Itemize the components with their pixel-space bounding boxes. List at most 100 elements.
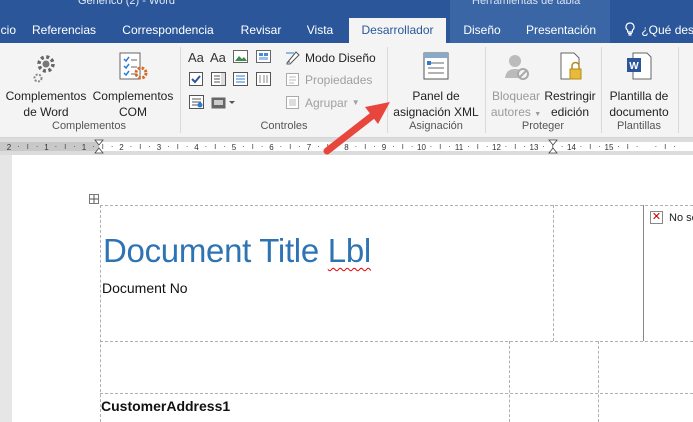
table-gridline	[100, 393, 693, 394]
horizontal-ruler[interactable]: 2 1 1 2 3 4 5 6 7 8 9 10 11 12 13 14 15	[0, 138, 693, 155]
xml-mapping-pane-icon	[423, 52, 449, 80]
picture-control-icon[interactable]	[233, 50, 248, 63]
ruler-number: 3	[157, 143, 162, 152]
tab-correspondencia[interactable]: Correspondencia	[114, 18, 222, 43]
lightbulb-icon	[625, 22, 635, 36]
com-addins-label-1: Complementos	[92, 89, 174, 103]
missing-image-placeholder: ✕ No se	[650, 211, 693, 224]
plain-text-control-icon[interactable]: Aa	[210, 50, 226, 65]
properties-icon	[286, 73, 299, 86]
ruler-marks: 2 1 1 2 3 4 5 6 7 8 9 10 11 12 13 14 15	[0, 139, 676, 154]
checkbox-control-icon[interactable]	[189, 72, 203, 86]
word-addins-label-2: de Word	[23, 105, 69, 119]
table-gridline	[100, 205, 101, 422]
ruler-number: 1	[44, 143, 49, 152]
no-selection-text: No se	[669, 211, 693, 224]
properties-label: Propiedades	[305, 72, 373, 87]
document-title-lbl: Lbl	[327, 232, 371, 269]
ruler-number: 5	[232, 143, 237, 152]
com-addins-button[interactable]: Complementos COM	[90, 50, 176, 120]
ruler-number: 1	[82, 143, 87, 152]
word-window: Genérico (2) - Word Herramientas de tabl…	[0, 0, 693, 422]
svg-text:W: W	[629, 61, 639, 72]
ruler-number: 15	[605, 143, 614, 152]
ruler-number: 14	[567, 143, 576, 152]
table-gridline	[553, 205, 554, 341]
legacy-tools-icon[interactable]	[211, 95, 235, 109]
restrict-editing-label-2: edición	[550, 105, 590, 119]
document-no[interactable]: Document No	[102, 280, 188, 296]
document-template-button[interactable]: W Plantilla de documento	[604, 50, 674, 120]
block-authors-icon	[505, 55, 529, 80]
repeating-section-control-icon[interactable]	[189, 95, 204, 109]
group-label: Agrupar	[305, 95, 348, 110]
xml-mapping-pane-button[interactable]: Panel de asignación XML	[390, 50, 482, 120]
ruler-number: 10	[417, 143, 426, 152]
document-title-text: Document Title	[103, 232, 319, 269]
ruler-number: 13	[530, 143, 539, 152]
table-gridline	[100, 341, 693, 342]
group-label-controles: Controles	[260, 120, 308, 132]
block-authors-label-1: Bloquear	[491, 89, 541, 103]
ruler-number: 12	[492, 143, 501, 152]
com-addins-label-2: COM	[119, 105, 147, 119]
tab-vista[interactable]: Vista	[296, 18, 344, 43]
xml-mapping-label-1: Panel de	[412, 89, 460, 103]
tab-desarrollador[interactable]: Desarrollador	[349, 18, 446, 43]
word-addins-label-1: Complementos	[5, 89, 87, 103]
design-mode-icon	[286, 51, 300, 65]
dropdown-list-control-icon[interactable]	[233, 72, 248, 86]
group-label-asignacion: Asignación	[409, 120, 463, 132]
customer-address-1[interactable]: CustomerAddress1	[101, 398, 230, 414]
chevron-down-icon: ▼	[351, 98, 360, 107]
group-icon	[286, 96, 299, 109]
lock-document-icon	[560, 52, 582, 80]
table-gridline	[509, 341, 510, 422]
ruler-number: 9	[382, 143, 387, 152]
document-template-label-2: documento	[609, 105, 669, 119]
context-title: Herramientas de tabla	[472, 0, 581, 7]
move-icon	[90, 195, 98, 203]
com-addins-icon	[119, 52, 148, 80]
tell-me-box[interactable]: ¿Qué dese	[624, 18, 693, 43]
ruler-number: 2	[119, 143, 124, 152]
ruler-number: 4	[194, 143, 199, 152]
gear-icon	[33, 55, 55, 83]
properties-button[interactable]: Propiedades	[285, 72, 372, 87]
group-button[interactable]: Agrupar ▼	[285, 95, 360, 110]
table-gridline	[598, 341, 599, 422]
date-picker-control-icon[interactable]	[256, 72, 271, 86]
tab-inicio[interactable]: Inicio	[0, 18, 18, 43]
table-move-handle[interactable]	[89, 194, 99, 204]
group-separator	[678, 47, 679, 133]
combo-box-control-icon[interactable]	[211, 72, 226, 86]
table-gridline	[643, 205, 644, 341]
ruler-number: 7	[307, 143, 312, 152]
window-title: Genérico (2) - Word	[78, 0, 175, 7]
word-addins-button[interactable]: Complementos de Word	[2, 50, 90, 120]
table-gridline	[100, 205, 693, 206]
group-separator	[180, 47, 181, 133]
restrict-editing-button[interactable]: Restringir edición	[542, 50, 598, 120]
document-title[interactable]: Document Title Lbl	[103, 232, 371, 270]
tab-diseno[interactable]: Diseño	[454, 18, 510, 43]
block-authors-button[interactable]: Bloquear autores ▼	[488, 50, 544, 123]
tell-me-label: ¿Qué dese	[641, 23, 693, 37]
tab-revisar[interactable]: Revisar	[232, 18, 290, 43]
ruler-number: 6	[269, 143, 274, 152]
xml-mapping-label-2: asignación XML	[393, 105, 479, 119]
ruler-number: 2	[7, 143, 12, 152]
document-template-label-1: Plantilla de	[609, 89, 669, 103]
ruler-number: 8	[344, 143, 349, 152]
rich-text-control-icon[interactable]: Aa	[188, 50, 204, 65]
tab-presentacion[interactable]: Presentación	[518, 18, 604, 43]
word-template-icon: W	[627, 52, 652, 80]
ruler-number: 11	[455, 143, 464, 152]
group-label-proteger: Proteger	[521, 120, 565, 132]
design-mode-label: Modo Diseño	[305, 50, 376, 65]
restrict-editing-label-1: Restringir	[544, 89, 596, 103]
group-label-complementos: Complementos	[52, 120, 126, 132]
tab-referencias[interactable]: Referencias	[22, 18, 106, 43]
building-block-control-icon[interactable]	[256, 50, 271, 63]
design-mode-button[interactable]: Modo Diseño	[285, 50, 376, 65]
